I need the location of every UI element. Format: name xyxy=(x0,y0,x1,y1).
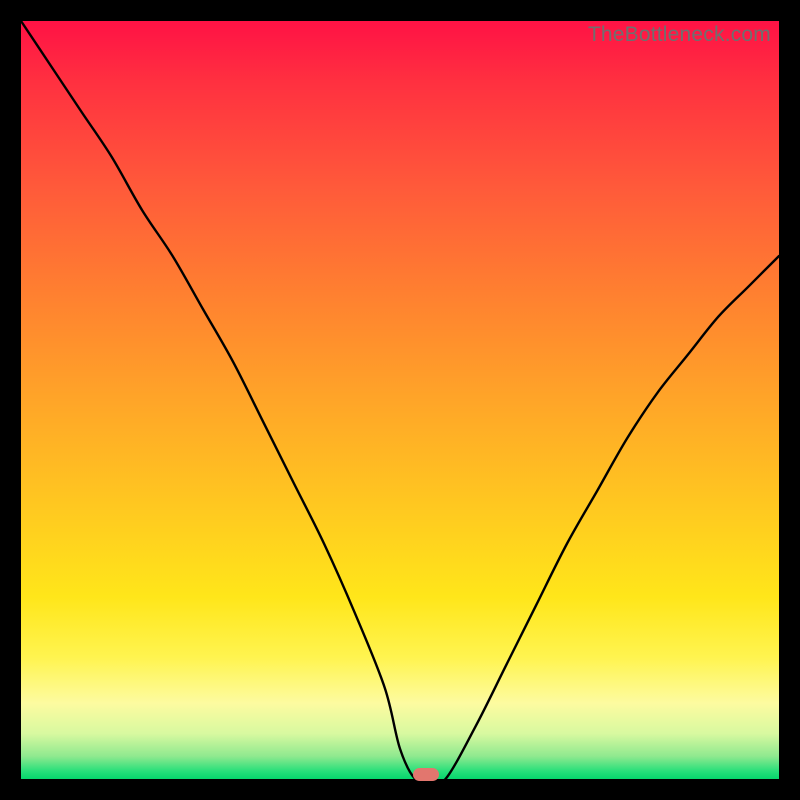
bottleneck-curve xyxy=(21,21,779,779)
chart-frame: TheBottleneck.com xyxy=(0,0,800,800)
plot-area: TheBottleneck.com xyxy=(21,21,779,779)
optimal-marker xyxy=(413,768,439,781)
